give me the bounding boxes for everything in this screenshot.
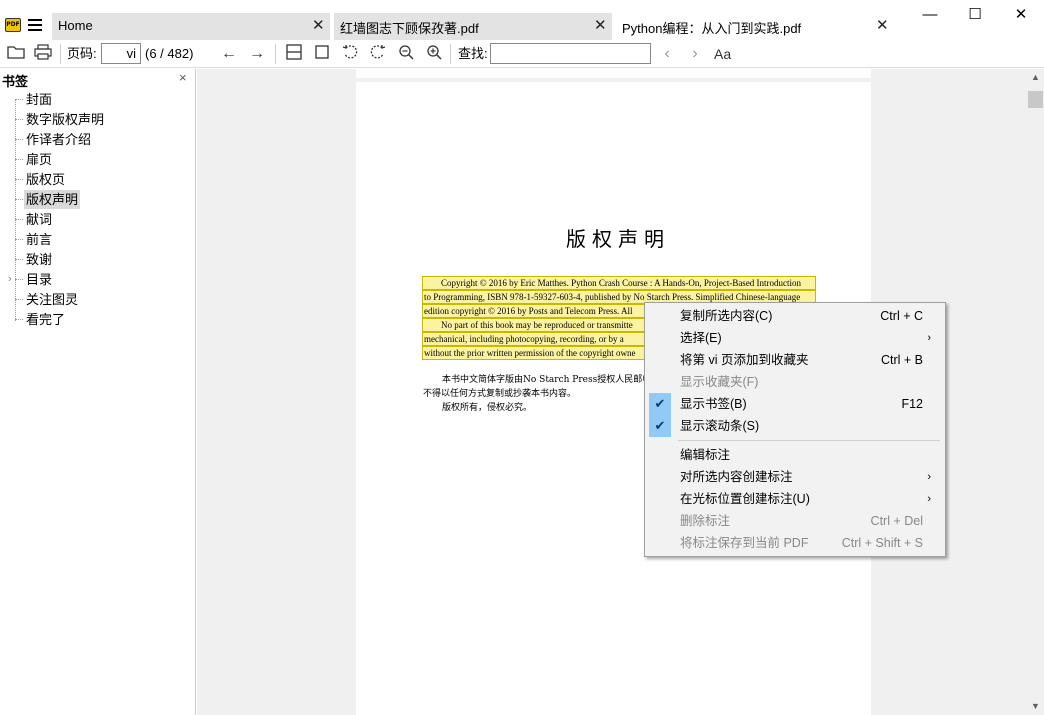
menu-item-label: 将标注保存到当前 PDF xyxy=(680,536,809,550)
open-folder-icon[interactable] xyxy=(6,44,26,64)
menu-item-label: 将第 vi 页添加到收藏夹 xyxy=(680,353,809,367)
menu-item-annotate-selection[interactable]: 对所选内容创建标注 › xyxy=(647,466,943,488)
menu-item-show-favorites: 显示收藏夹(F) xyxy=(647,371,943,393)
tab-label: Python编程：从入门到实践.pdf xyxy=(622,21,802,36)
menu-item-shortcut: Ctrl + Shift + S xyxy=(841,536,923,550)
menu-item-save-annotations: 将标注保存到当前 PDF Ctrl + Shift + S xyxy=(647,532,943,554)
tree-connector xyxy=(15,99,16,321)
menu-item-label: 删除标注 xyxy=(680,514,731,528)
bookmarks-sidebar: 书签 × 封面 数字版权声明 作译者介绍 扉页 版权页 版权声明 献词 前言 致… xyxy=(0,69,196,715)
page-count: (6 / 482) xyxy=(145,46,194,61)
menu-item-label: 复制所选内容(C) xyxy=(680,309,773,323)
menu-item-annotate-cursor[interactable]: 在光标位置创建标注(U) › xyxy=(647,488,943,510)
vertical-scrollbar[interactable]: ▲ ▼ xyxy=(1027,69,1044,715)
minimize-button[interactable]: — xyxy=(920,6,940,24)
fit-page-icon[interactable] xyxy=(312,44,332,64)
highlighted-line[interactable]: Copyright © 2016 by Eric Matthes. Python… xyxy=(422,276,816,290)
checkmark-icon: ✔ xyxy=(649,415,671,437)
tab-label: Home xyxy=(58,18,93,33)
chinese-text-line: 本书中文简体字版由No Starch Press授权人民邮电 xyxy=(442,375,652,385)
bookmark-label: 目录 xyxy=(26,272,53,287)
submenu-arrow-icon: › xyxy=(927,471,931,483)
menu-item-label: 显示滚动条(S) xyxy=(680,419,760,433)
close-tab-icon[interactable]: ✕ xyxy=(876,17,889,35)
tab-hongqiang[interactable]: 红墙图志下顾保孜著.pdf ✕ xyxy=(334,13,612,40)
scroll-down-icon[interactable]: ▼ xyxy=(1027,698,1044,715)
tab-home[interactable]: Home ✕ xyxy=(52,13,330,40)
close-tab-icon[interactable]: ✕ xyxy=(312,17,325,35)
menu-item-delete-annotation: 删除标注 Ctrl + Del xyxy=(647,510,943,532)
menu-item-label: 编辑标注 xyxy=(680,448,731,462)
find-next-icon[interactable]: › xyxy=(685,44,705,64)
menu-item-shortcut: F12 xyxy=(901,397,923,411)
toolbar-divider xyxy=(60,44,61,64)
checkmark-icon: ✔ xyxy=(649,393,671,415)
toolbar-divider xyxy=(275,44,276,64)
bookmark-label: 扉页 xyxy=(26,152,53,167)
menu-separator xyxy=(678,440,940,441)
rotate-right-icon[interactable] xyxy=(368,44,388,64)
previous-page-edge xyxy=(356,69,871,78)
tab-python-book[interactable]: Python编程：从入门到实践.pdf ✕ xyxy=(616,13,894,40)
bookmark-label: 版权页 xyxy=(26,172,66,187)
app-logo-icon: PDF xyxy=(5,18,21,32)
menu-item-shortcut: Ctrl + B xyxy=(880,353,923,367)
close-tab-icon[interactable]: ✕ xyxy=(594,17,607,35)
expand-chevron-icon[interactable]: › xyxy=(8,270,12,289)
bookmark-label: 封面 xyxy=(26,92,53,107)
forward-arrow-icon[interactable]: → xyxy=(247,44,267,64)
bookmark-label: 看完了 xyxy=(26,312,66,327)
bookmark-label: 数字版权声明 xyxy=(26,112,105,127)
page-heading: 版权声明 xyxy=(566,227,670,251)
zoom-out-icon[interactable] xyxy=(396,44,416,64)
bookmark-label: 献词 xyxy=(26,212,53,227)
menu-item-copy[interactable]: 复制所选内容(C) Ctrl + C xyxy=(647,305,943,327)
context-menu: 复制所选内容(C) Ctrl + C 选择(E) › 将第 vi 页添加到收藏夹… xyxy=(644,302,946,557)
zoom-in-icon[interactable] xyxy=(424,44,444,64)
menu-item-edit-annotation[interactable]: 编辑标注 xyxy=(647,444,943,466)
chinese-text-line: 不得以任何方式复制或抄袭本书内容。 xyxy=(423,389,577,399)
page-number-input[interactable] xyxy=(101,43,141,64)
sidebar-title: 书签 xyxy=(2,74,29,89)
scrollbar-thumb[interactable] xyxy=(1028,91,1043,108)
find-label: 查找: xyxy=(458,46,488,61)
menu-item-shortcut: Ctrl + C xyxy=(880,309,923,323)
bookmark-label: 作译者介绍 xyxy=(26,132,92,147)
title-bar: PDF Home ✕ 红墙图志下顾保孜著.pdf ✕ Python编程：从入门到… xyxy=(0,0,1044,40)
scroll-up-icon[interactable]: ▲ xyxy=(1027,69,1044,86)
bookmark-label: 版权声明 xyxy=(24,190,81,209)
menu-item-shortcut: Ctrl + Del xyxy=(870,514,923,528)
tab-label: 红墙图志下顾保孜著.pdf xyxy=(340,21,479,36)
menu-item-label: 显示收藏夹(F) xyxy=(680,375,759,389)
find-previous-icon[interactable]: ‹ xyxy=(657,44,677,64)
print-icon[interactable] xyxy=(33,44,53,64)
back-arrow-icon[interactable]: ← xyxy=(219,44,239,64)
menu-item-select[interactable]: 选择(E) › xyxy=(647,327,943,349)
bookmark-label: 致谢 xyxy=(26,252,53,267)
menu-item-show-bookmarks[interactable]: ✔ 显示书签(B) F12 xyxy=(647,393,943,415)
menu-item-label: 在光标位置创建标注(U) xyxy=(680,492,810,506)
menu-item-label: 显示书签(B) xyxy=(680,397,747,411)
submenu-arrow-icon: › xyxy=(927,493,931,505)
menu-item-show-scrollbar[interactable]: ✔ 显示滚动条(S) xyxy=(647,415,943,437)
rotate-left-icon[interactable] xyxy=(340,44,360,64)
close-sidebar-icon[interactable]: × xyxy=(179,70,187,85)
menu-item-add-favorite[interactable]: 将第 vi 页添加到收藏夹 Ctrl + B xyxy=(647,349,943,371)
page-label: 页码: xyxy=(67,46,97,61)
close-window-button[interactable]: ✕ xyxy=(1011,6,1031,24)
submenu-arrow-icon: › xyxy=(927,332,931,344)
toolbar-divider xyxy=(450,44,451,64)
menu-item-label: 选择(E) xyxy=(680,331,722,345)
menu-icon[interactable] xyxy=(28,19,42,31)
toolbar: 页码: (6 / 482) ← → 查找: ‹ › Aa xyxy=(0,40,1044,68)
fit-width-icon[interactable] xyxy=(284,44,304,64)
bookmark-label: 前言 xyxy=(26,232,53,247)
bookmark-label: 关注图灵 xyxy=(26,292,79,307)
menu-item-label: 对所选内容创建标注 xyxy=(680,470,793,484)
chinese-text-line: 版权所有，侵权必究。 xyxy=(442,403,533,413)
maximize-button[interactable]: ☐ xyxy=(965,6,985,24)
find-input[interactable] xyxy=(490,43,651,64)
match-case-toggle[interactable]: Aa xyxy=(714,44,731,64)
